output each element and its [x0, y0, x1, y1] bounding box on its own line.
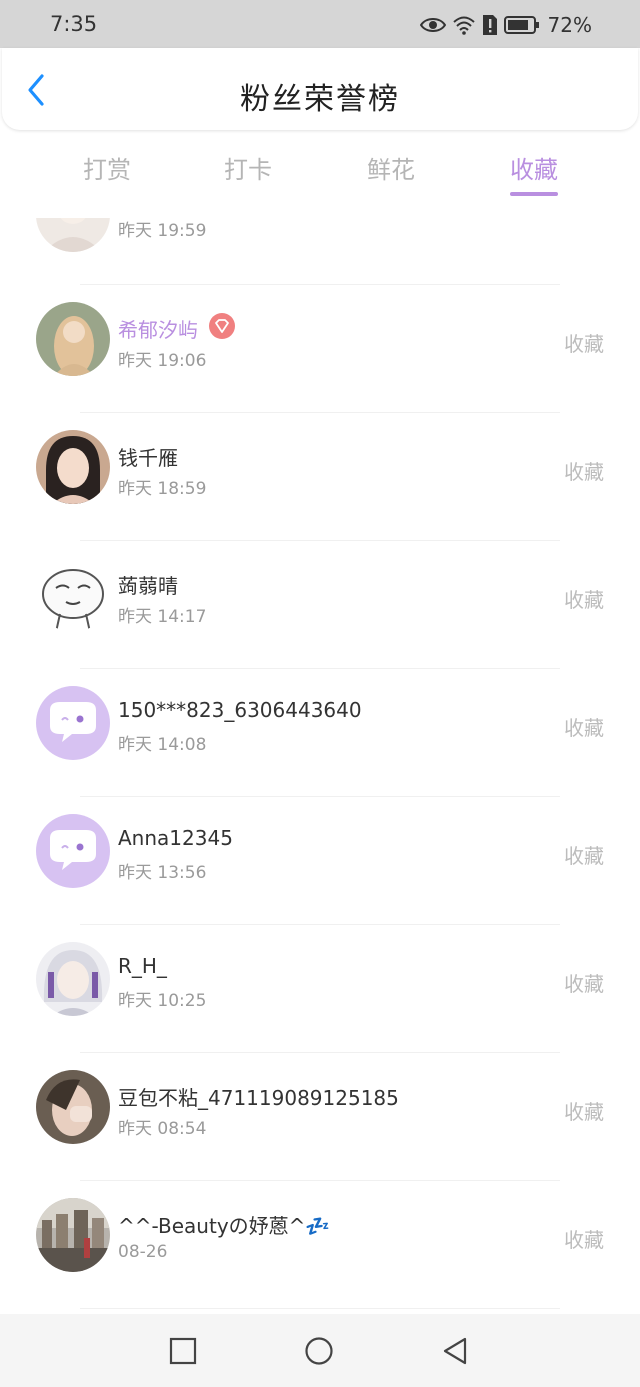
avatar[interactable] — [36, 814, 110, 888]
avatar[interactable] — [36, 942, 110, 1016]
list-item-time: 昨天 19:59 — [118, 221, 207, 241]
list-item-name: Anna12345 — [118, 826, 233, 850]
list-item[interactable]: Anna12345 昨天 13:56 收藏 — [0, 796, 640, 924]
list-item-time: 昨天 10:25 — [118, 991, 207, 1011]
triangle-back-icon — [443, 1337, 467, 1365]
fan-list[interactable]: 昨天 19:59 希郁汐屿 昨天 19:06 收藏 钱千雁 昨天 18:59 收… — [0, 218, 640, 1313]
page-title: 粉丝荣誉榜 — [240, 82, 400, 117]
active-tab-indicator — [510, 192, 558, 196]
tab-bar: 打赏 打卡 鲜花 收藏 — [0, 140, 640, 204]
list-item[interactable]: 蒟蒻晴 昨天 14:17 收藏 — [0, 540, 640, 668]
tab-flowers[interactable]: 鲜花 — [336, 150, 446, 185]
list-item-name: R_H_ — [118, 954, 167, 978]
status-time: 7:35 — [50, 12, 98, 36]
avatar[interactable] — [36, 1070, 110, 1144]
eye-icon — [419, 18, 446, 32]
list-item-name: 钱千雁 — [118, 446, 178, 470]
avatar[interactable] — [36, 686, 110, 760]
tab-reward[interactable]: 打赏 — [52, 150, 162, 185]
favorite-action-label[interactable]: 收藏 — [564, 840, 604, 869]
favorite-action-label[interactable]: 收藏 — [564, 1096, 604, 1125]
recent-apps-button[interactable] — [168, 1336, 198, 1366]
list-item-time: 昨天 19:06 — [118, 351, 207, 371]
favorite-action-label[interactable]: 收藏 — [564, 584, 604, 613]
avatar[interactable] — [36, 1198, 110, 1272]
list-item[interactable]: 昨天 19:59 — [0, 218, 640, 280]
title-bar: 粉丝荣誉榜 — [2, 48, 638, 130]
list-item-time: 08-26 — [118, 1242, 168, 1262]
square-icon — [169, 1337, 197, 1365]
divider — [80, 1308, 560, 1309]
back-nav-button[interactable] — [440, 1336, 470, 1366]
favorite-action-label[interactable]: 收藏 — [564, 456, 604, 485]
avatar[interactable] — [36, 218, 110, 252]
avatar[interactable] — [36, 302, 110, 376]
list-item[interactable]: R_H_ 昨天 10:25 收藏 — [0, 924, 640, 1052]
list-item[interactable]: 150***823_6306443640 昨天 14:08 收藏 — [0, 668, 640, 796]
list-item-time: 昨天 18:59 — [118, 479, 207, 499]
diamond-badge-icon — [208, 312, 236, 344]
wifi-icon — [452, 16, 475, 35]
home-button[interactable] — [304, 1336, 334, 1366]
list-item-name: 希郁汐屿 — [118, 318, 198, 342]
list-item[interactable]: 豆包不粘_471119089125185 昨天 08:54 收藏 — [0, 1052, 640, 1180]
system-nav-bar — [0, 1314, 640, 1387]
default-avatar-icon — [36, 686, 110, 760]
list-item-name: 豆包不粘_471119089125185 — [118, 1086, 399, 1110]
list-item-time: 昨天 14:08 — [118, 735, 207, 755]
list-item-time: 昨天 08:54 — [118, 1119, 207, 1139]
default-avatar-icon — [36, 814, 110, 888]
list-item[interactable]: ^^-Beautyの妤蒽^💤 08-26 收藏 — [0, 1180, 640, 1308]
avatar[interactable] — [36, 430, 110, 504]
list-item[interactable]: 希郁汐屿 昨天 19:06 收藏 — [0, 284, 640, 412]
favorite-action-label[interactable]: 收藏 — [564, 712, 604, 741]
battery-percentage: 72% — [547, 13, 592, 37]
status-bar: 7:35 72% — [0, 0, 640, 48]
circle-icon — [305, 1337, 333, 1365]
battery-icon — [503, 16, 539, 34]
tab-favorites[interactable]: 收藏 — [479, 150, 589, 185]
avatar[interactable] — [36, 558, 110, 632]
list-item-name: 蒟蒻晴 — [118, 574, 178, 598]
sim-alert-icon — [482, 15, 497, 35]
status-icons: 72% — [419, 12, 592, 38]
favorite-action-label[interactable]: 收藏 — [564, 1224, 604, 1253]
favorite-action-label[interactable]: 收藏 — [564, 328, 604, 357]
list-item-time: 昨天 13:56 — [118, 863, 207, 883]
list-item-time: 昨天 14:17 — [118, 607, 207, 627]
favorite-action-label[interactable]: 收藏 — [564, 968, 604, 997]
list-item-name: ^^-Beautyの妤蒽^💤 — [118, 1214, 331, 1238]
list-item[interactable]: 钱千雁 昨天 18:59 收藏 — [0, 412, 640, 540]
list-item-name: 150***823_6306443640 — [118, 698, 362, 722]
tab-checkin[interactable]: 打卡 — [193, 150, 303, 185]
